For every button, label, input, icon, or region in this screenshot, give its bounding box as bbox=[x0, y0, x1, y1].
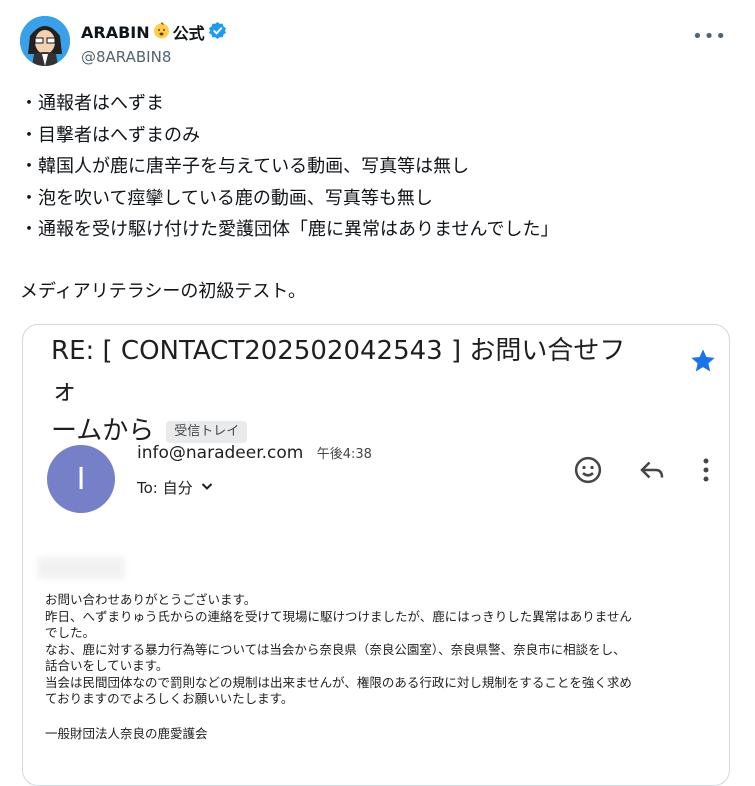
email-body-line: お問い合わせありがとうございます。 bbox=[45, 592, 257, 607]
handle[interactable]: @8ARABIN8 bbox=[81, 48, 227, 66]
star-icon bbox=[689, 347, 717, 379]
tweet: ARABIN 公式 @8ARABIN8 ••• ・通報者はへずま ・目撃者はへず… bbox=[0, 0, 755, 786]
display-name[interactable]: ARABIN 公式 bbox=[81, 20, 227, 44]
more-vert-icon bbox=[701, 457, 711, 487]
verified-badge-icon bbox=[208, 21, 227, 44]
email-body-line: なお、鹿に対する暴力行為等については当会から奈良県（奈良公園室）、奈良県警、奈良… bbox=[45, 641, 626, 657]
tweet-line: ・通報を受け駆け付けた愛護団体「鹿に異常はありませんでした」 bbox=[20, 219, 559, 240]
display-name-text: ARABIN bbox=[81, 22, 150, 42]
chevron-down-icon bbox=[199, 478, 215, 498]
sender-address: info@naradeer.com bbox=[137, 443, 304, 463]
inbox-label: 受信トレイ bbox=[166, 420, 248, 443]
email-body-line: 昨日、へずまりゅう氏からの連絡を受けて現場に駆けつけましたが、鹿にはっきりした異… bbox=[45, 608, 632, 624]
email-body-line: 話合いをしています。 bbox=[45, 658, 169, 673]
tweet-header: ARABIN 公式 @8ARABIN8 ••• bbox=[20, 14, 735, 68]
tweet-line: ・韓国人が鹿に唐辛子を与えている動画、写真等は無し bbox=[20, 156, 470, 177]
tweet-line: ・目撃者はへずまのみ bbox=[20, 124, 200, 146]
email-time: 午後4:38 bbox=[316, 447, 372, 462]
email-subject-line: ームから bbox=[51, 416, 155, 446]
avatar-image bbox=[20, 16, 70, 66]
recipient-text: To: 自分 bbox=[137, 479, 193, 497]
tweet-closing: メディアリテラシーの初級テスト。 bbox=[20, 280, 307, 302]
email-body-line: でした。 bbox=[45, 625, 96, 640]
email-body-line: 当会は民間団体なので罰則などの規制は出来ませんが、権限のある行政に対し規制をする… bbox=[45, 674, 632, 690]
redacted-block bbox=[37, 557, 125, 579]
email-body: お問い合わせありがとうございます。 昨日、へずまりゅう氏からの連絡を受けて現場に… bbox=[45, 592, 715, 742]
reply-icon bbox=[637, 455, 667, 489]
sender-line: info@naradeer.com 午後4:38 bbox=[137, 443, 372, 463]
recipient-line: To: 自分 bbox=[137, 477, 215, 498]
baby-face-emoji-icon bbox=[153, 22, 170, 43]
tweet-line: ・通報者はへずま bbox=[20, 93, 164, 114]
attached-image[interactable]: RE: [ CONTACT202502042543 ] お問い合せフォ ームから… bbox=[22, 324, 730, 786]
email-signature: 一般財団法人奈良の鹿愛護会 bbox=[45, 725, 208, 741]
tweet-line: ・泡を吹いて痙攣している鹿の動画、写真等も無し bbox=[20, 187, 433, 209]
emoji-react-icon bbox=[573, 455, 603, 489]
sender-avatar: I bbox=[47, 445, 115, 513]
email-actions bbox=[573, 455, 711, 489]
display-name-suffix: 公式 bbox=[172, 24, 205, 43]
avatar[interactable] bbox=[20, 16, 70, 66]
more-options-button[interactable]: ••• bbox=[692, 26, 727, 47]
email-subject-line: RE: [ CONTACT202502042543 ] お問い合せフォ bbox=[51, 336, 626, 406]
tweet-text: ・通報者はへずま ・目撃者はへずまのみ ・韓国人が鹿に唐辛子を与えている動画、写… bbox=[20, 88, 735, 307]
email-body-line: ておりますのでよろしくお願いいたします。 bbox=[45, 691, 294, 706]
email-subject: RE: [ CONTACT202502042543 ] お問い合せフォ ームから… bbox=[51, 331, 651, 451]
